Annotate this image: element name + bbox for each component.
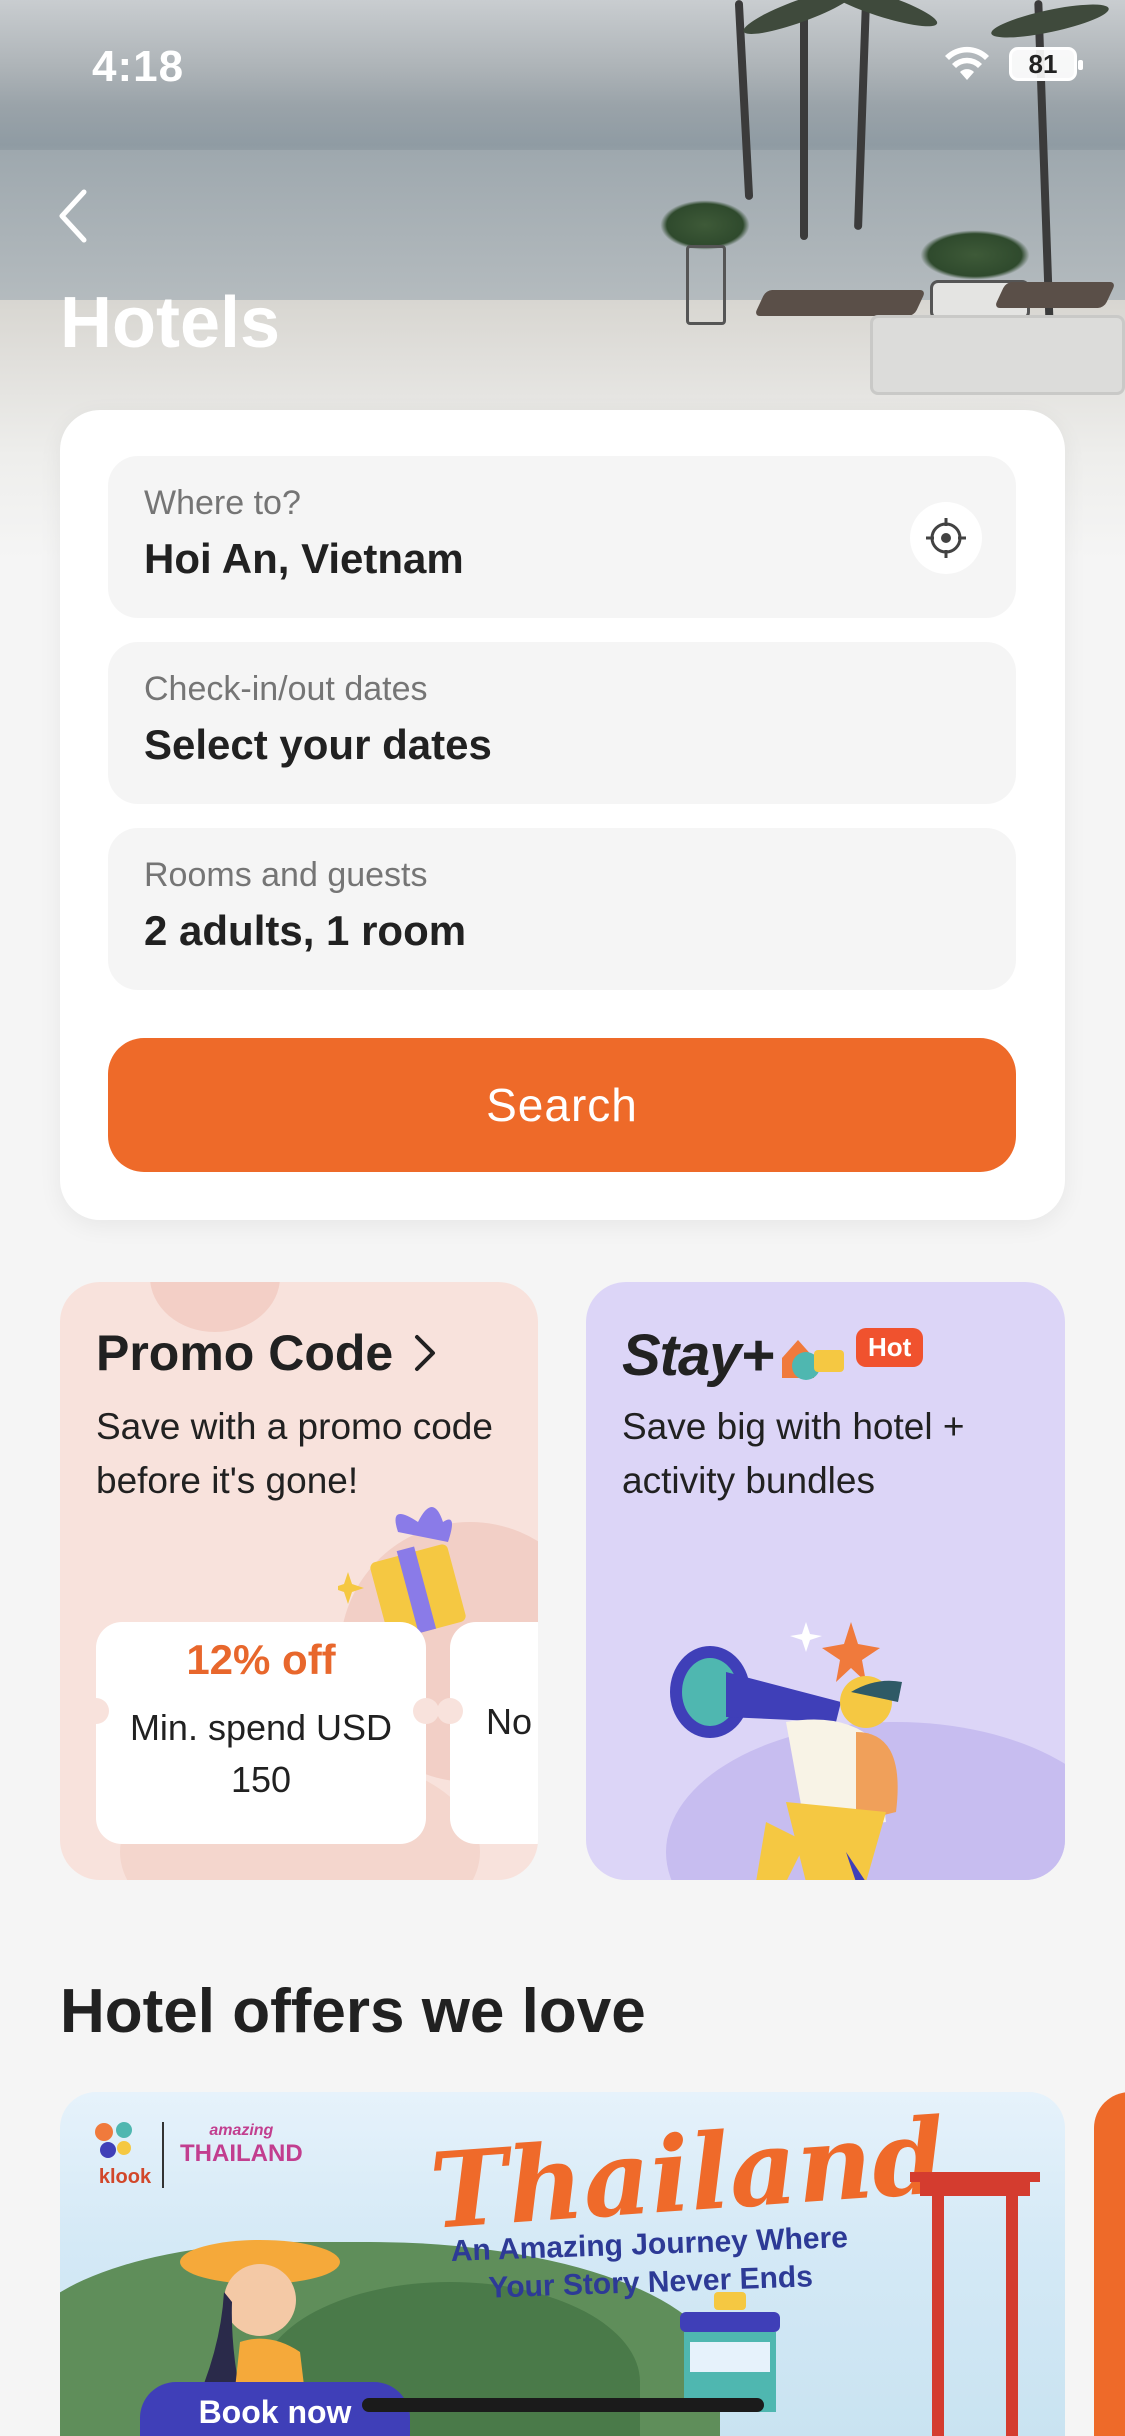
guests-field[interactable]: Rooms and guests 2 adults, 1 room [108,828,1016,990]
coupon-notch [437,1698,463,1724]
explorer-illustration [670,1622,902,1880]
plant-stand [686,245,726,325]
search-button[interactable]: Search [108,1038,1016,1172]
tuk-tuk-illustration [680,2292,780,2412]
coupon-description: Min. spend USD 150 [129,1707,393,1800]
section-title: Hotel offers we love [60,1977,646,2046]
dates-field[interactable]: Check-in/out dates Select your dates [108,642,1016,804]
palm-trunk [800,0,808,240]
thailand-logo: amazing THAILAND [180,2122,303,2168]
back-button[interactable] [56,186,106,246]
promo-code-card[interactable]: Promo Code Save with a promo code before… [60,1282,538,1880]
sun-lounger [753,290,927,316]
offer-banner[interactable]: klook amazing THAILAND Thailand An Amazi… [60,2092,1065,2436]
banner-subline: An Amazing Journey Where Your Story Neve… [450,2221,849,2305]
potted-plant [920,230,1030,280]
page-title: Hotels [60,283,281,363]
giant-swing-illustration [910,2172,1040,2436]
gift-icon [338,1507,466,1640]
logo-divider [162,2122,164,2188]
coupon-card[interactable]: No [437,1622,538,1844]
thailand-logo-small: amazing [209,2122,274,2139]
search-card: Where to? Hoi An, Vietnam Check-in/out d… [60,410,1065,1220]
destination-field[interactable]: Where to? Hoi An, Vietnam [108,456,1016,618]
promo-title-text: Promo Code [96,1325,394,1381]
stay-plus-logo: Stay+ [622,1323,774,1388]
stay-plus-description: Save big with hotel + activity bundles [622,1406,965,1501]
status-time: 4:18 [92,42,185,91]
chevron-right-icon [415,1335,436,1371]
bundle-icon [782,1340,844,1380]
chevron-left-icon [59,189,87,243]
klook-logo: klook [98,2166,152,2188]
dates-value: Select your dates [144,721,492,768]
next-offer-banner[interactable] [1094,2092,1125,2436]
status-icons: 81 [943,46,1083,82]
current-location-button[interactable] [910,502,982,574]
coupon-description: No [486,1701,533,1742]
destination-label: Where to? [144,484,301,522]
palm-frond [989,0,1111,45]
wifi-icon [945,46,989,80]
sun-lounger [993,282,1117,308]
coupon-notch [413,1698,439,1724]
home-indicator [362,2398,764,2412]
guests-label: Rooms and guests [144,856,428,894]
pool-wall [870,315,1125,395]
potted-plant [660,200,750,250]
battery-icon: 81 [1009,47,1083,81]
coupon-card[interactable]: 12% off Min. spend USD 150 [83,1622,439,1844]
battery-level: 81 [1028,48,1058,79]
dates-label: Check-in/out dates [144,670,428,708]
thailand-logo-text: THAILAND [180,2140,303,2167]
promo-title: Promo Code [96,1324,437,1382]
destination-value: Hoi An, Vietnam [144,535,464,582]
guests-value: 2 adults, 1 room [144,907,467,954]
coupon-notch [83,1698,109,1724]
coupon-title: 12% off [186,1636,336,1683]
stay-plus-card[interactable]: Stay+ Hot Save big with hotel + activity… [586,1282,1065,1880]
hot-badge: Hot [856,1328,924,1367]
crosshair-icon [926,518,966,558]
klook-logo-icon [95,2122,132,2158]
